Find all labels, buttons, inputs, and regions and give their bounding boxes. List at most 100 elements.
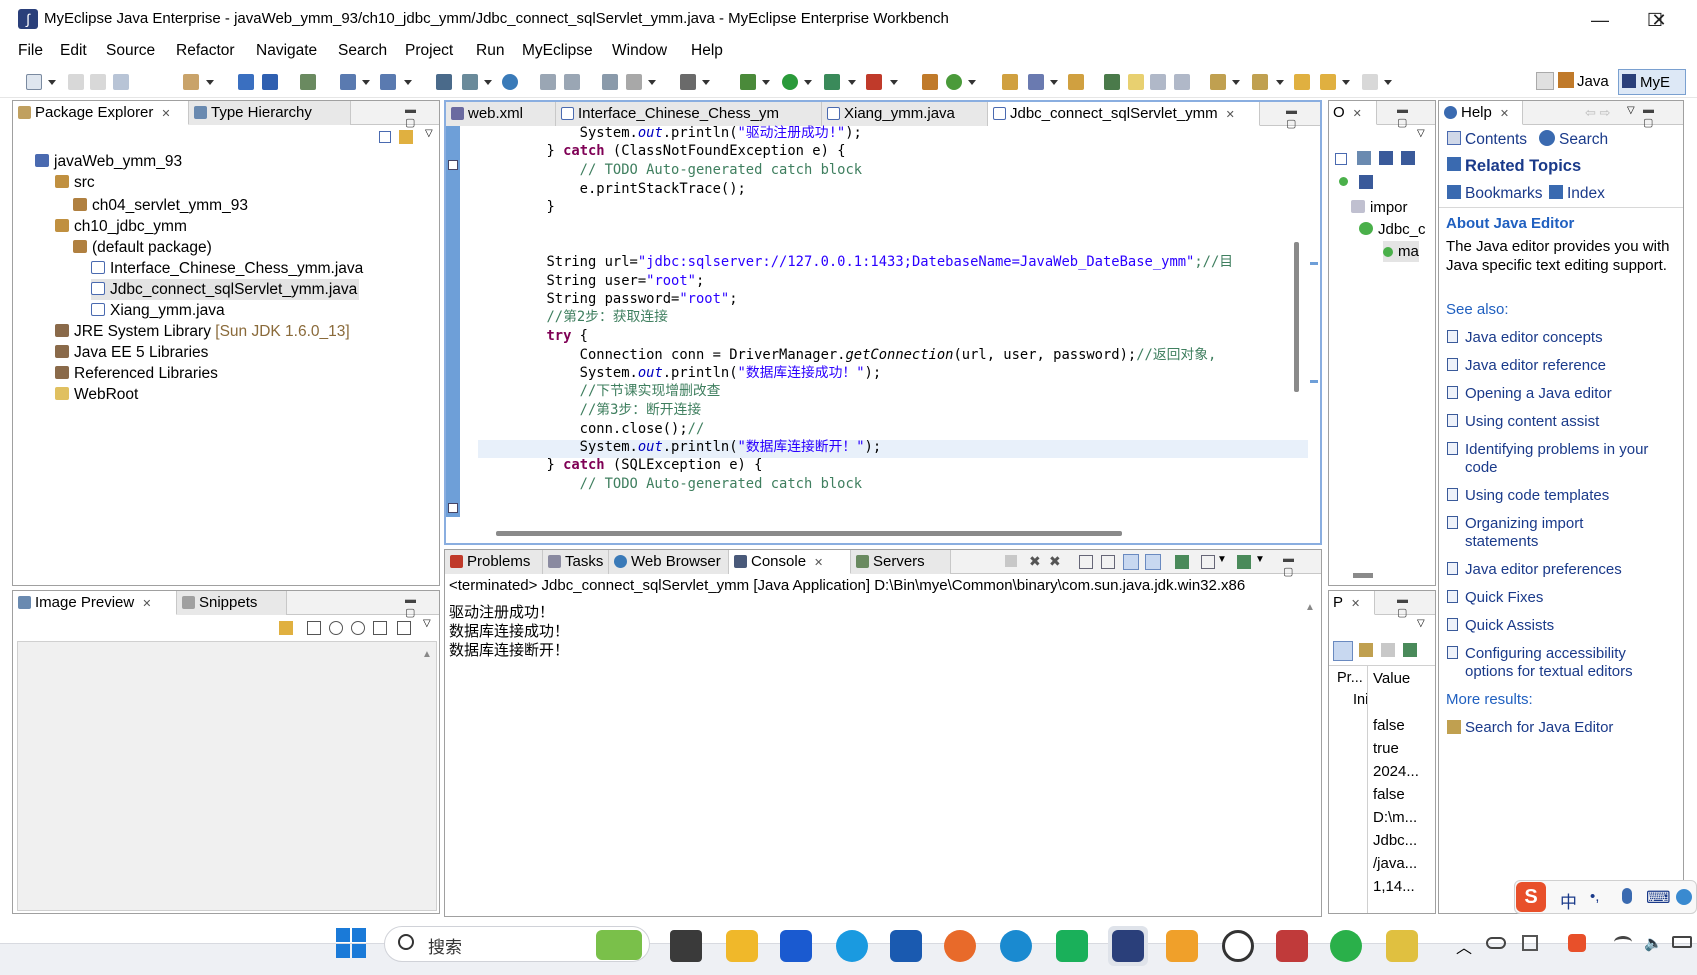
tray-expand-icon[interactable]: ︿ (1456, 934, 1472, 958)
code-line[interactable]: System.out.println("数据库连接断开！"); (480, 438, 881, 456)
database-icon[interactable] (436, 74, 452, 90)
help-link[interactable]: Identifying problems in your code (1465, 441, 1679, 477)
outline-imports[interactable]: impor (1351, 197, 1408, 218)
close-icon[interactable]: ✕ (1226, 109, 1235, 121)
tab-help[interactable]: Help ✕ (1439, 101, 1523, 125)
ime-punctuation[interactable]: •, (1590, 888, 1599, 905)
console-line[interactable]: 数据库连接成功！ (449, 620, 569, 641)
help-search-link[interactable]: Search (1559, 131, 1608, 149)
minimize-maximize-icons[interactable]: ▬ ▢ (405, 104, 439, 129)
new-java-project-icon[interactable] (922, 74, 938, 90)
code-comment[interactable]: //第3步：断开连接 (480, 401, 702, 419)
tab-tasks[interactable]: Tasks (543, 550, 609, 574)
help-search-for-link[interactable]: Search for Java Editor (1465, 719, 1679, 737)
help-related-topics[interactable]: Related Topics (1465, 157, 1581, 176)
console-line[interactable]: 驱动注册成功！ (449, 601, 554, 622)
scroll-lock-icon[interactable] (1101, 555, 1115, 569)
hide-static-icon[interactable] (1401, 151, 1415, 165)
minimize-maximize-icons[interactable]: ▬ ▢ (1397, 594, 1435, 619)
show-on-output-icon[interactable] (1123, 554, 1139, 570)
fold-marker-icon[interactable] (448, 160, 458, 170)
menu-search[interactable]: Search (338, 42, 387, 60)
external-tools-icon[interactable] (866, 74, 882, 90)
outline-class[interactable]: Jdbc_c (1359, 219, 1426, 240)
tab-package-explorer[interactable]: Package Explorer ✕ (13, 101, 189, 125)
outline-scrollbar[interactable] (1353, 573, 1373, 578)
report2-icon[interactable] (564, 74, 580, 90)
tree-item-java-file-selected[interactable]: Jdbc_connect_sqlServlet_ymm.java (91, 279, 360, 300)
code-line[interactable]: System.out.println("数据库连接成功！"); (480, 364, 881, 382)
volume-icon[interactable]: 🔈 (1644, 934, 1663, 952)
terminal-icon[interactable] (680, 74, 696, 90)
restore-default-icon[interactable] (1381, 643, 1395, 657)
fit-icon[interactable] (307, 621, 321, 635)
tree-item-javaee[interactable]: Java EE 5 Libraries (55, 342, 208, 363)
tab-problems[interactable]: Problems (445, 550, 543, 574)
outline-method[interactable]: ma (1383, 241, 1419, 262)
collapse-all-icon[interactable] (379, 131, 391, 143)
tab-outline[interactable]: O ✕ (1329, 101, 1377, 125)
deploy-icon[interactable] (340, 74, 356, 90)
clear-console-icon[interactable] (1079, 555, 1093, 569)
save-all-icon[interactable] (90, 74, 106, 90)
tree-item-default-package[interactable]: (default package) (73, 237, 212, 258)
tab-jdbc-connect[interactable]: Jdbc_connect_sqlServlet_ymm ✕ (988, 102, 1260, 126)
search-tool-icon[interactable] (1028, 74, 1044, 90)
help-link[interactable]: Organizing import statements (1465, 515, 1655, 551)
remove-launch-icon[interactable]: ✖ (1029, 553, 1041, 570)
open-resource-icon[interactable] (262, 74, 278, 90)
onedrive-icon[interactable] (1486, 937, 1506, 949)
image-icon[interactable] (602, 74, 618, 90)
help-link[interactable]: Java editor reference (1465, 357, 1679, 375)
wifi-icon[interactable] (1614, 936, 1632, 948)
open-perspective-icon[interactable] (1536, 72, 1554, 90)
pin-icon[interactable] (1403, 643, 1417, 657)
view-menu-icon[interactable]: ▽ (1417, 618, 1425, 629)
minimize-button[interactable]: — (1571, 0, 1629, 40)
collapse-icon[interactable] (1335, 153, 1347, 165)
code-line[interactable]: conn.close();// (480, 420, 705, 438)
ie-browser-icon[interactable] (836, 930, 868, 962)
zoom-out-icon[interactable] (329, 621, 343, 635)
close-icon[interactable]: ✕ (1353, 108, 1362, 120)
overview-marker[interactable] (1310, 262, 1318, 265)
close-icon[interactable]: ✕ (1500, 108, 1509, 120)
java-perspective[interactable]: Java (1577, 73, 1609, 90)
code-comment[interactable]: //下节课实现增删改查 (480, 382, 721, 400)
open-task-icon[interactable] (1068, 74, 1084, 90)
close-icon[interactable]: ✕ (1351, 598, 1360, 610)
toolbox-icon[interactable] (1276, 930, 1308, 962)
property-value[interactable]: /java... (1373, 855, 1417, 872)
microphone-icon[interactable] (1622, 888, 1632, 904)
code-line[interactable]: String url="jdbc:sqlserver://127.0.0.1:1… (480, 253, 1233, 271)
remove-all-icon[interactable]: ✖ (1049, 553, 1061, 570)
tree-item-src[interactable]: src (55, 172, 95, 193)
sync-icon[interactable] (279, 621, 293, 635)
open-console-icon[interactable] (1237, 555, 1251, 569)
display-console-icon[interactable] (1201, 555, 1215, 569)
help-link[interactable]: Opening a Java editor (1465, 385, 1679, 403)
overview-marker[interactable] (1310, 380, 1318, 383)
minimize-maximize-icons[interactable]: ▬ ▢ (1643, 104, 1683, 129)
code-line[interactable]: try { (480, 327, 588, 345)
sort-icon[interactable] (1357, 151, 1371, 165)
tree-item-webroot[interactable]: WebRoot (55, 384, 138, 405)
menu-project[interactable]: Project (405, 42, 453, 60)
menu-help[interactable]: Help (691, 42, 723, 60)
help-contents-link[interactable]: Contents (1465, 131, 1527, 149)
menu-file[interactable]: File (18, 42, 43, 60)
task-view-icon[interactable] (670, 930, 702, 962)
tab-xiang[interactable]: Xiang_ymm.java (822, 102, 988, 126)
view-menu-icon[interactable]: ▽ (423, 618, 431, 629)
wechat-icon[interactable] (1330, 930, 1362, 962)
store-icon[interactable] (890, 930, 922, 962)
browser-icon[interactable] (502, 74, 518, 90)
close-icon[interactable]: ✕ (161, 108, 170, 120)
tab-snippets[interactable]: Snippets (177, 591, 287, 615)
tree-item-referenced[interactable]: Referenced Libraries (55, 363, 218, 384)
search-highlight-icon[interactable] (596, 930, 642, 960)
console-line[interactable]: 数据库连接断开！ (449, 639, 569, 660)
help-link[interactable]: Java editor preferences (1465, 561, 1679, 579)
menu-edit[interactable]: Edit (60, 42, 87, 60)
tree-item-java-file[interactable]: Interface_Chinese_Chess_ymm.java (91, 258, 363, 279)
